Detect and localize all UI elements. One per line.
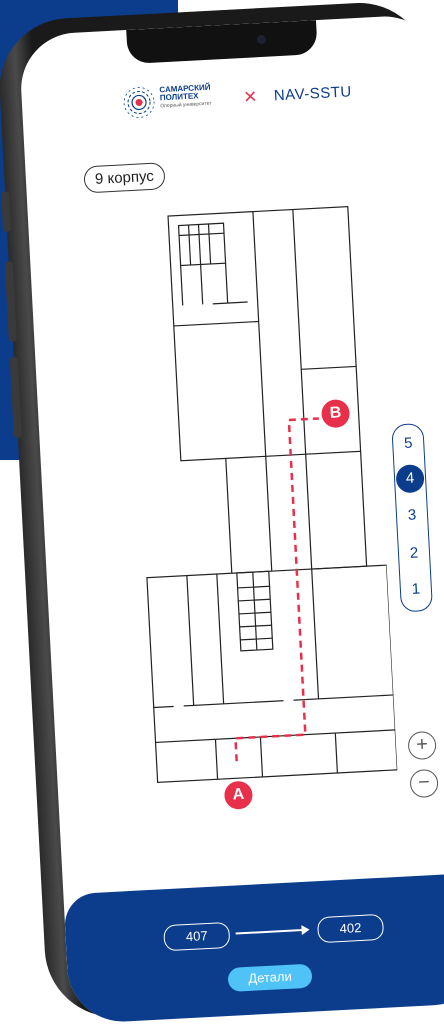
- floor-3-button[interactable]: 3: [396, 500, 428, 532]
- from-room-field[interactable]: 407: [163, 921, 231, 952]
- floor-4-button[interactable]: 4: [395, 464, 425, 494]
- floor-2-button[interactable]: 2: [398, 538, 430, 570]
- university-name: САМАРСКИЙ ПОЛИТЕХ Опорный университет: [159, 83, 216, 110]
- phone-screen: САМАРСКИЙ ПОЛИТЕХ Опорный университет × …: [18, 13, 444, 1024]
- floor-5-button[interactable]: 5: [393, 428, 425, 460]
- floor-selector: 5 4 3 2 1: [391, 423, 434, 613]
- close-icon[interactable]: ×: [243, 83, 257, 109]
- university-tagline: Опорный университет: [160, 100, 212, 110]
- floor-1-button[interactable]: 1: [400, 574, 432, 606]
- app-title: NAV-SSTU: [273, 83, 353, 105]
- details-button[interactable]: Детали: [227, 963, 313, 992]
- university-logo-icon: [123, 87, 155, 118]
- zoom-out-button[interactable]: −: [409, 768, 439, 799]
- route-path: [234, 417, 319, 762]
- to-room-field[interactable]: 402: [316, 913, 385, 944]
- app-header: САМАРСКИЙ ПОЛИТЕХ Опорный университет × …: [21, 66, 443, 132]
- floor-plan-map[interactable]: [107, 186, 398, 799]
- side-button: [1, 191, 12, 232]
- route-arrow-icon: [235, 928, 308, 935]
- start-marker[interactable]: A: [223, 780, 254, 810]
- building-selector[interactable]: 9 корпус: [83, 162, 166, 194]
- route-panel: 407 402 Детали: [63, 872, 444, 1024]
- zoom-in-button[interactable]: +: [407, 730, 437, 761]
